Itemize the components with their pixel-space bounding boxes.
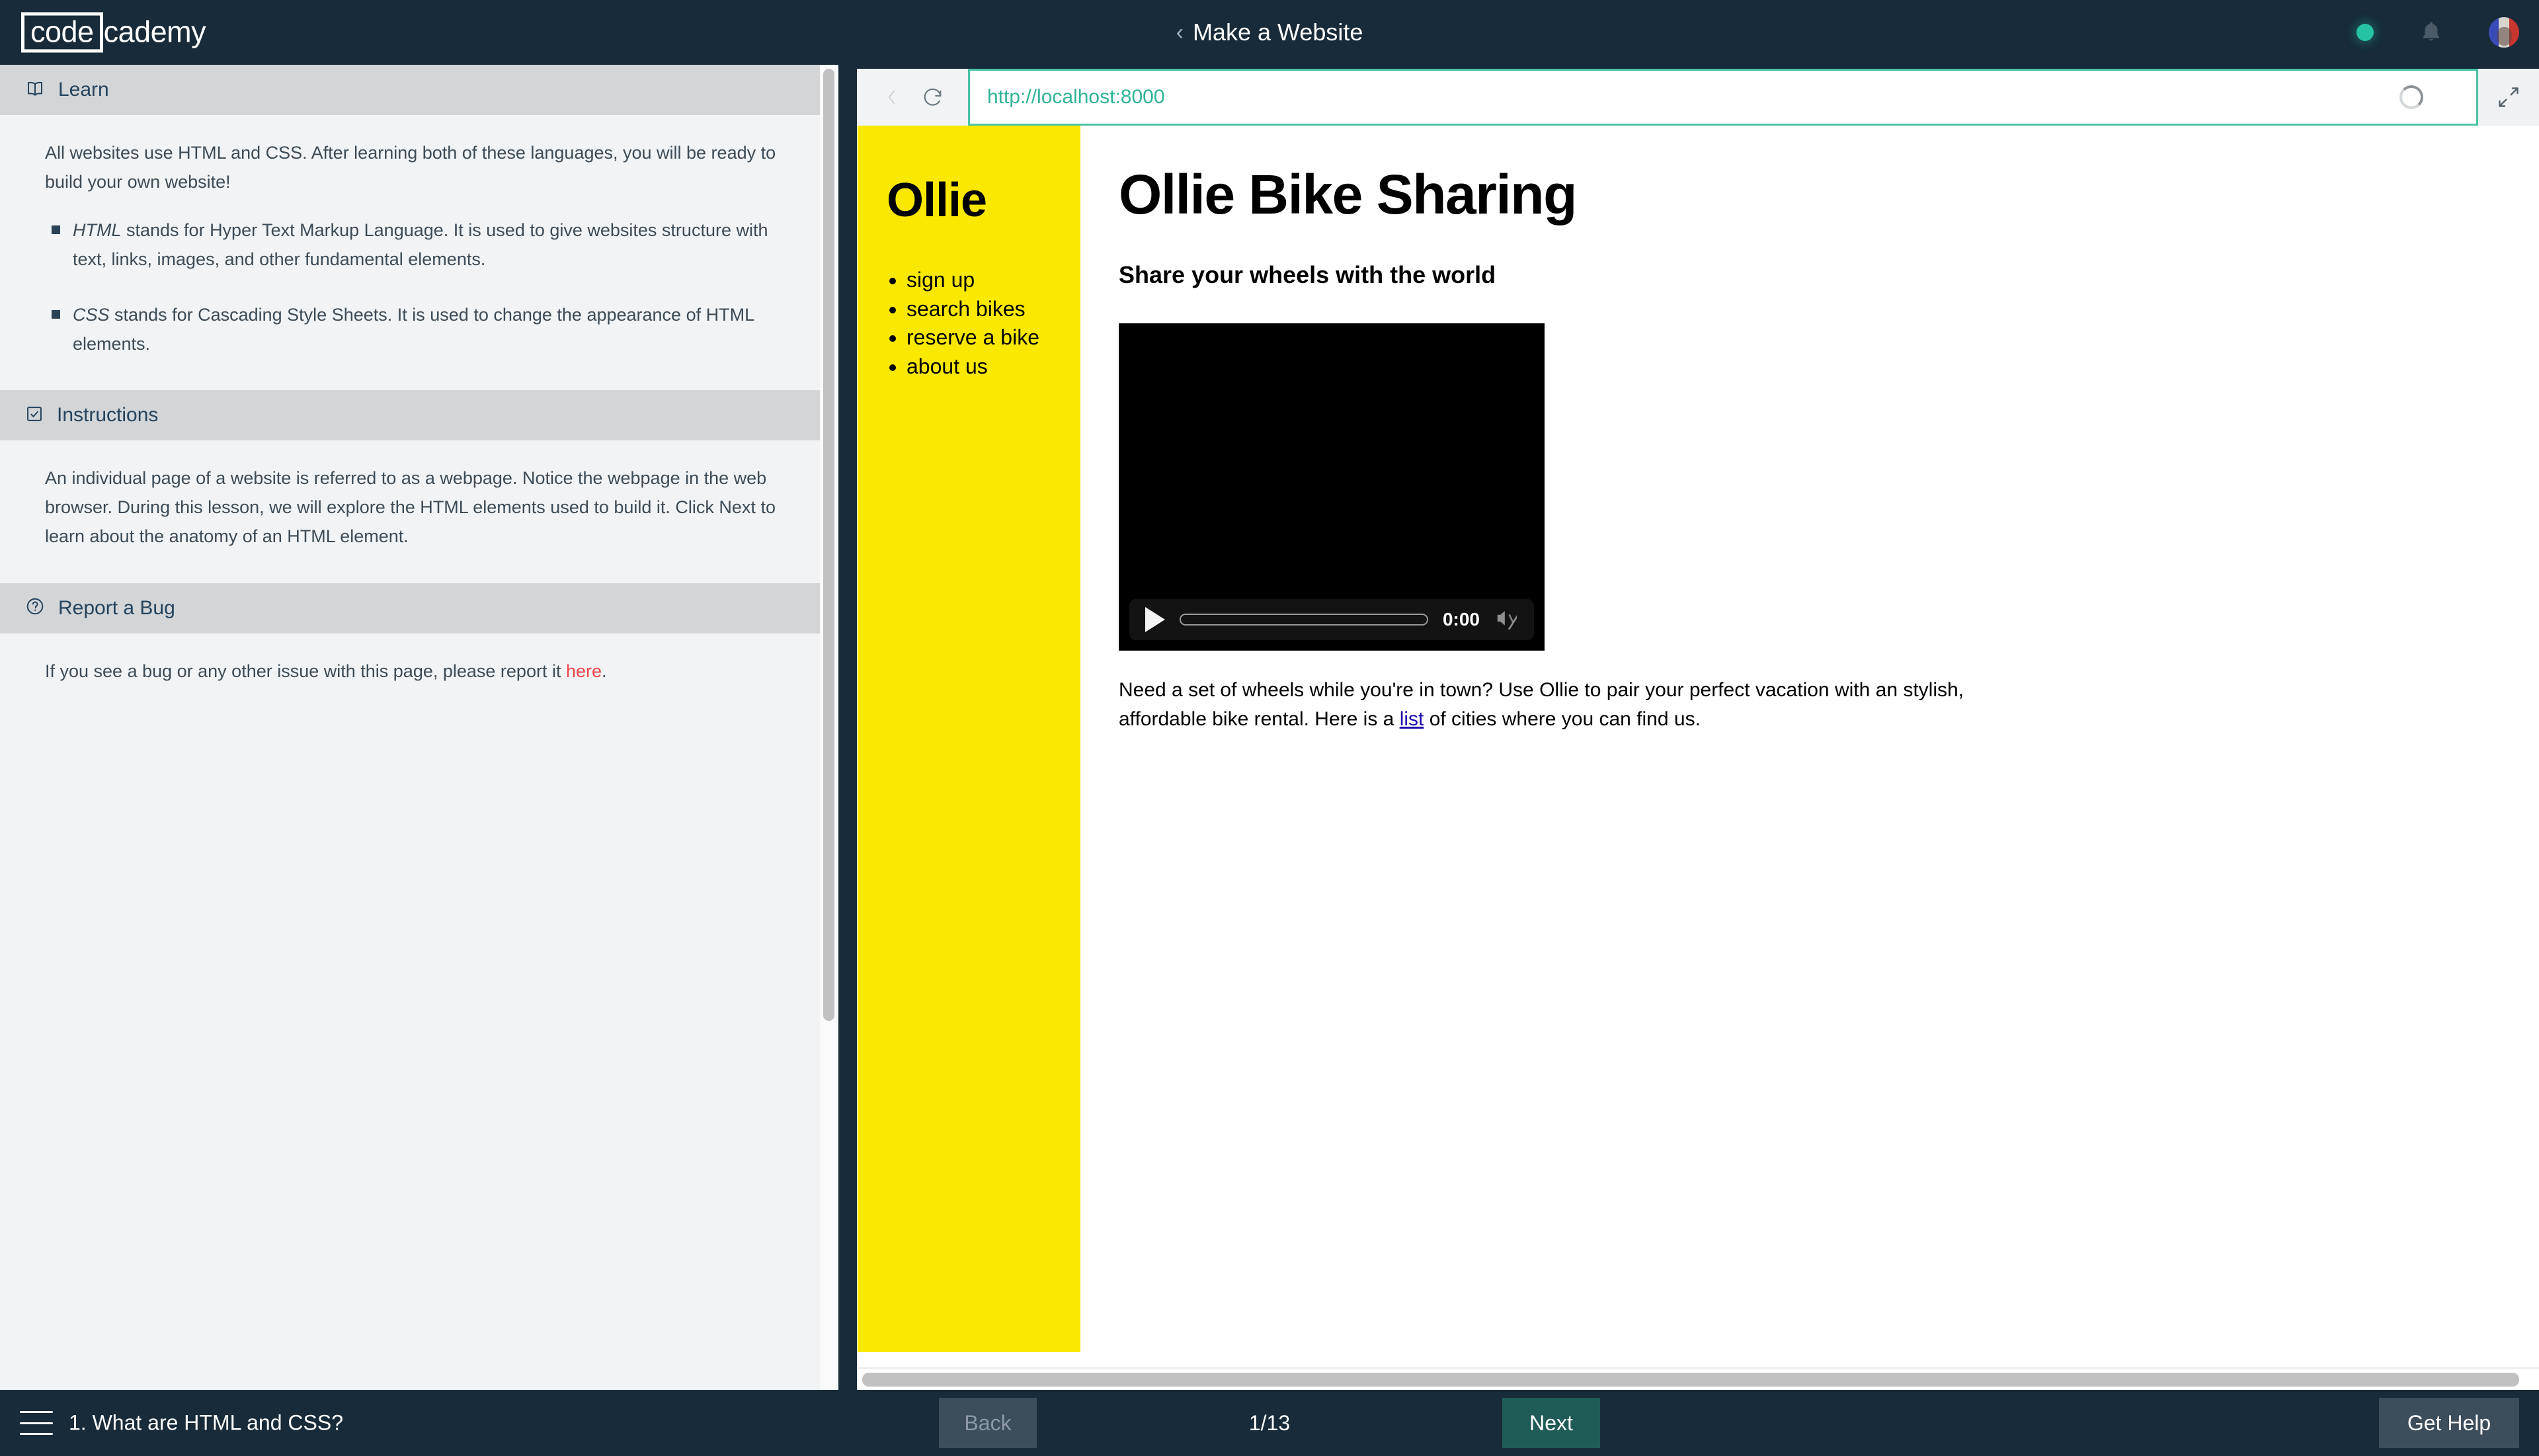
page-paragraph-after: of cities where you can find us. — [1424, 708, 1701, 731]
site-brand: Ollie — [887, 174, 987, 227]
video-progress-slider[interactable] — [1180, 614, 1428, 626]
app-header: code cademy ‹ Make a Website — [0, 0, 2539, 65]
url-text: http://localhost:8000 — [987, 86, 1165, 108]
video-controls: 0:00 — [1129, 599, 1534, 640]
page-paragraph: Need a set of wheels while you're in tow… — [1119, 676, 1998, 735]
video-player[interactable]: 0:00 — [1119, 323, 1545, 651]
volume-muted-icon[interactable] — [1494, 607, 1521, 633]
get-help-button[interactable]: Get Help — [2379, 1398, 2519, 1448]
browser-preview-panel: http://localhost:8000 Ollie sign up sear… — [857, 65, 2539, 1390]
question-circle-icon — [25, 596, 45, 620]
panel-divider[interactable] — [838, 65, 857, 1390]
course-breadcrumb[interactable]: ‹ Make a Website — [1176, 19, 1363, 46]
cities-list-link[interactable]: list — [1400, 708, 1424, 730]
section-body-learn: All websites use HTML and CSS. After lea… — [0, 115, 838, 391]
browser-reload-button[interactable] — [916, 81, 949, 114]
bullet-text-css: stands for Cascading Style Sheets. It is… — [73, 304, 754, 354]
report-bug-text-after: . — [602, 661, 607, 681]
site-nav-item-reserve-a-bike[interactable]: reserve a bike — [907, 323, 1080, 352]
browser-back-button[interactable] — [875, 81, 908, 114]
learn-paragraph: All websites use HTML and CSS. After lea… — [45, 143, 776, 192]
chevron-left-icon: ‹ — [1176, 20, 1184, 45]
loading-spinner-icon — [2399, 85, 2423, 109]
rendered-webpage: Ollie sign up search bikes reserve a bik… — [857, 126, 2539, 1352]
learn-bullet-list: HTML stands for Hyper Text Markup Langua… — [45, 216, 795, 358]
section-title-report-a-bug: Report a Bug — [58, 596, 175, 619]
progress-counter: 1/13 — [1248, 1410, 1291, 1435]
report-bug-link[interactable]: here — [566, 661, 602, 681]
course-title: Make a Website — [1192, 19, 1363, 46]
list-item: CSS stands for Cascading Style Sheets. I… — [52, 301, 795, 358]
lesson-title: 1. What are HTML and CSS? — [69, 1410, 343, 1435]
checkbox-icon — [25, 405, 44, 426]
book-icon — [25, 79, 45, 102]
main-stage: Learn All websites use HTML and CSS. Aft… — [0, 65, 2539, 1390]
site-nav-item-sign-up[interactable]: sign up — [907, 266, 1080, 295]
instructions-paragraph: An individual page of a website is refer… — [45, 468, 776, 546]
section-body-instructions: An individual page of a website is refer… — [0, 440, 838, 583]
webpage-hscrollbar-track[interactable] — [857, 1367, 2539, 1390]
next-button[interactable]: Next — [1502, 1398, 1600, 1448]
back-button[interactable]: Back — [939, 1398, 1037, 1448]
lesson-footer: 1. What are HTML and CSS? Back 1/13 Next… — [0, 1390, 2539, 1456]
report-bug-text-before: If you see a bug or any other issue with… — [45, 661, 566, 681]
url-bar[interactable]: http://localhost:8000 — [968, 69, 2478, 126]
narrative-scrollbar-thumb[interactable] — [823, 69, 834, 1021]
section-header-instructions[interactable]: Instructions — [0, 390, 838, 441]
browser-nav-buttons — [857, 69, 968, 126]
page-subtitle: Share your wheels with the world — [1119, 261, 1496, 288]
narrative-scrollbar-track[interactable] — [820, 65, 838, 1390]
play-icon[interactable] — [1145, 607, 1165, 632]
bullet-text-html: stands for Hyper Text Markup Language. I… — [73, 220, 768, 270]
site-sidebar: Ollie sign up search bikes reserve a bik… — [858, 126, 1080, 1352]
section-title-learn: Learn — [58, 79, 109, 101]
section-title-instructions: Instructions — [57, 404, 159, 426]
logo-rest-text: cademy — [103, 15, 206, 49]
site-nav-item-about-us[interactable]: about us — [907, 352, 1080, 382]
list-item: HTML stands for Hyper Text Markup Langua… — [52, 216, 795, 274]
hamburger-menu-icon[interactable] — [20, 1411, 53, 1435]
online-status-dot — [2357, 24, 2374, 41]
bullet-term-html: HTML — [73, 220, 122, 241]
report-bug-paragraph: If you see a bug or any other issue with… — [45, 657, 795, 686]
bullet-term-css: CSS — [73, 304, 110, 325]
video-time: 0:00 — [1442, 609, 1480, 629]
section-body-report-a-bug: If you see a bug or any other issue with… — [0, 633, 838, 718]
section-header-report-a-bug[interactable]: Report a Bug — [0, 583, 838, 633]
browser-toolbar: http://localhost:8000 — [857, 69, 2539, 126]
section-header-learn[interactable]: Learn — [0, 65, 838, 115]
webpage-hscrollbar-thumb[interactable] — [862, 1372, 2519, 1387]
bell-icon[interactable] — [2419, 19, 2444, 46]
webpage-viewport: Ollie sign up search bikes reserve a bik… — [857, 126, 2539, 1390]
expand-preview-button[interactable] — [2478, 69, 2539, 126]
header-actions — [2357, 17, 2519, 48]
site-nav-item-search-bikes[interactable]: search bikes — [907, 295, 1080, 324]
site-nav-list: sign up search bikes reserve a bike abou… — [907, 266, 1080, 381]
codecademy-logo[interactable]: code cademy — [21, 12, 206, 53]
site-main-content: Ollie Bike Sharing Share your wheels wit… — [1119, 126, 2507, 735]
logo-box-text: code — [21, 12, 103, 53]
avatar[interactable] — [2489, 17, 2519, 48]
lesson-narrative-panel: Learn All websites use HTML and CSS. Aft… — [0, 65, 838, 1390]
page-title: Ollie Bike Sharing — [1119, 163, 1577, 225]
lesson-navigation: Back 1/13 Next — [939, 1398, 1600, 1448]
